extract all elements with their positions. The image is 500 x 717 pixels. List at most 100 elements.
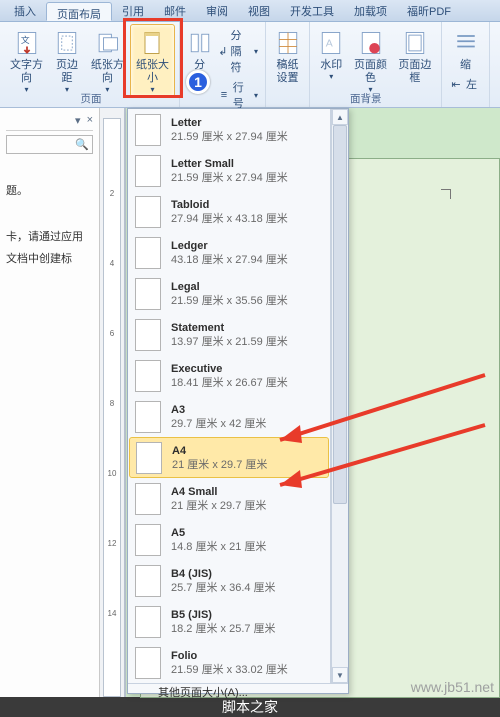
nav-pane-dropdown-icon[interactable]: ▾ [75,114,81,127]
indent-left-label: 左 [466,76,477,92]
paper-size-dimensions: 13.97 厘米 x 21.59 厘米 [171,335,288,349]
paper-size-dimensions: 21.59 厘米 x 27.94 厘米 [171,171,288,185]
tab-foxitpdf[interactable]: 福昕PDF [397,0,461,21]
margins-icon [51,27,83,59]
page-thumb-icon [135,237,161,269]
paper-size-name: Folio [171,649,288,663]
nav-pane-close-icon[interactable]: × [87,114,93,127]
paper-size-option[interactable]: B4 (JIS)25.7 厘米 x 36.4 厘米 [128,560,330,601]
paper-size-dimensions: 29.7 厘米 x 42 厘米 [171,417,266,431]
watermark-icon: A [315,27,347,59]
paper-size-icon [136,27,168,59]
paper-size-option[interactable]: Legal21.59 厘米 x 35.56 厘米 [128,273,330,314]
btn-orientation-label: 纸张方向 [89,59,126,85]
annotation-step-1: 1 [186,70,210,94]
paper-size-name: Letter Small [171,157,288,171]
paper-size-name: B5 (JIS) [171,608,276,622]
paper-size-option[interactable]: Letter Small21.59 厘米 x 27.94 厘米 [128,150,330,191]
page-thumb-icon [135,524,161,556]
paper-size-option[interactable]: Tabloid27.94 厘米 x 43.18 厘米 [128,191,330,232]
svg-text:A: A [326,38,333,50]
nav-text-line: 卡，请通过应用 [6,228,93,244]
page-thumb-icon [135,155,161,187]
btn-paper-size[interactable]: 纸张大小 ▾ [130,24,175,97]
margin-corner-mark [441,189,451,199]
page-thumb-icon [135,196,161,228]
scroll-up-icon[interactable]: ▲ [332,109,348,125]
paper-size-dimensions: 25.7 厘米 x 36.4 厘米 [171,581,276,595]
ruler-tick: 4 [104,259,120,268]
btn-columns[interactable]: 分 [184,24,215,75]
btn-page-color[interactable]: 页面颜色 ▾ [348,24,392,97]
orientation-icon [91,27,123,59]
btn-page-color-label: 页面颜色 [352,59,388,85]
paper-size-name: Legal [171,280,288,294]
annotation-arrow [260,415,490,535]
paper-size-name: Letter [171,116,288,130]
page-color-icon [355,27,387,59]
paper-size-option[interactable]: Statement13.97 厘米 x 21.59 厘米 [128,314,330,355]
btn-shrink[interactable]: 缩 [446,24,485,75]
btn-text-direction-label: 文字方向 [8,59,45,85]
nav-search-input[interactable]: 🔍 [6,135,93,154]
ruler-tick: 14 [104,609,120,618]
line-numbers-icon: ≡ [218,88,230,102]
btn-line-numbers-label: 行号 [233,79,251,111]
paper-size-dimensions: 43.18 厘米 x 27.94 厘米 [171,253,288,267]
page-thumb-icon [135,114,161,146]
scroll-down-icon[interactable]: ▼ [332,667,348,683]
btn-text-direction[interactable]: 文 文字方向 ▾ [4,24,49,97]
paper-size-name: B4 (JIS) [171,567,276,581]
columns-icon [184,27,216,59]
btn-margins[interactable]: 页边距 ▾ [49,24,85,97]
btn-breaks-label: 分隔符 [230,27,251,75]
paper-size-name: A3 [171,403,266,417]
paper-size-option[interactable]: Ledger43.18 厘米 x 27.94 厘米 [128,232,330,273]
paper-size-more[interactable]: 其他页面大小(A)... [128,683,348,700]
btn-breaks[interactable]: ↲ 分隔符▾ [215,26,261,76]
nav-text-line: 题。 [6,182,93,198]
text-direction-icon: 文 [11,27,43,59]
btn-page-borders[interactable]: 页面边框 [393,24,437,97]
ribbon-tabstrip: 插入 页面布局 引用 邮件 审阅 视图 开发工具 加载项 福昕PDF [0,0,500,22]
paper-size-name: A5 [171,526,266,540]
tab-references[interactable]: 引用 [112,0,154,21]
page-thumb-icon [135,360,161,392]
tab-mailings[interactable]: 邮件 [154,0,196,21]
paper-size-option[interactable]: Letter21.59 厘米 x 27.94 厘米 [128,109,330,150]
manuscript-icon [272,27,304,59]
page-thumb-icon [135,401,161,433]
btn-shrink-label: 缩 [460,59,471,72]
paper-size-dimensions: 21 厘米 x 29.7 厘米 [172,458,267,472]
paper-size-dimensions: 21.59 厘米 x 35.56 厘米 [171,294,288,308]
btn-line-numbers[interactable]: ≡ 行号▾ [215,78,261,112]
ruler-tick: 2 [104,189,120,198]
btn-manuscript[interactable]: 稿纸 设置 [270,24,305,88]
paper-size-dimensions: 14.8 厘米 x 21 厘米 [171,540,266,554]
nav-text-line: 文档中创建标 [6,250,93,266]
paper-size-more-label: 其他页面大小(A)... [158,684,248,700]
paper-size-dimensions: 21.59 厘米 x 27.94 厘米 [171,130,288,144]
search-icon: 🔍 [75,138,89,151]
paper-size-dimensions: 18.2 厘米 x 25.7 厘米 [171,622,276,636]
paper-size-option[interactable]: Folio21.59 厘米 x 33.02 厘米 [128,642,330,683]
paper-size-option[interactable]: B5 (JIS)18.2 厘米 x 25.7 厘米 [128,601,330,642]
ribbon: 文 文字方向 ▾ 页边距 ▾ 纸张方向 ▾ [0,22,500,108]
tab-view[interactable]: 视图 [238,0,280,21]
tab-developer[interactable]: 开发工具 [280,0,344,21]
page-thumb-icon [135,606,161,638]
tab-insert[interactable]: 插入 [4,0,46,21]
tab-review[interactable]: 审阅 [196,0,238,21]
indent-icon [450,27,482,59]
paper-size-name: Ledger [171,239,288,253]
btn-orientation[interactable]: 纸张方向 ▾ [85,24,130,97]
site-watermark: www.jb51.net [411,679,494,695]
ruler-tick: 8 [104,399,120,408]
tab-addins[interactable]: 加载项 [344,0,397,21]
btn-manuscript-label: 稿纸 设置 [277,59,299,85]
btn-paper-size-label: 纸张大小 [134,59,171,85]
tab-page-layout[interactable]: 页面布局 [46,2,112,21]
breaks-icon: ↲ [218,44,227,58]
btn-watermark[interactable]: A 水印 ▾ [314,24,348,97]
indent-left-field[interactable]: ⇤ 左 [446,75,485,93]
